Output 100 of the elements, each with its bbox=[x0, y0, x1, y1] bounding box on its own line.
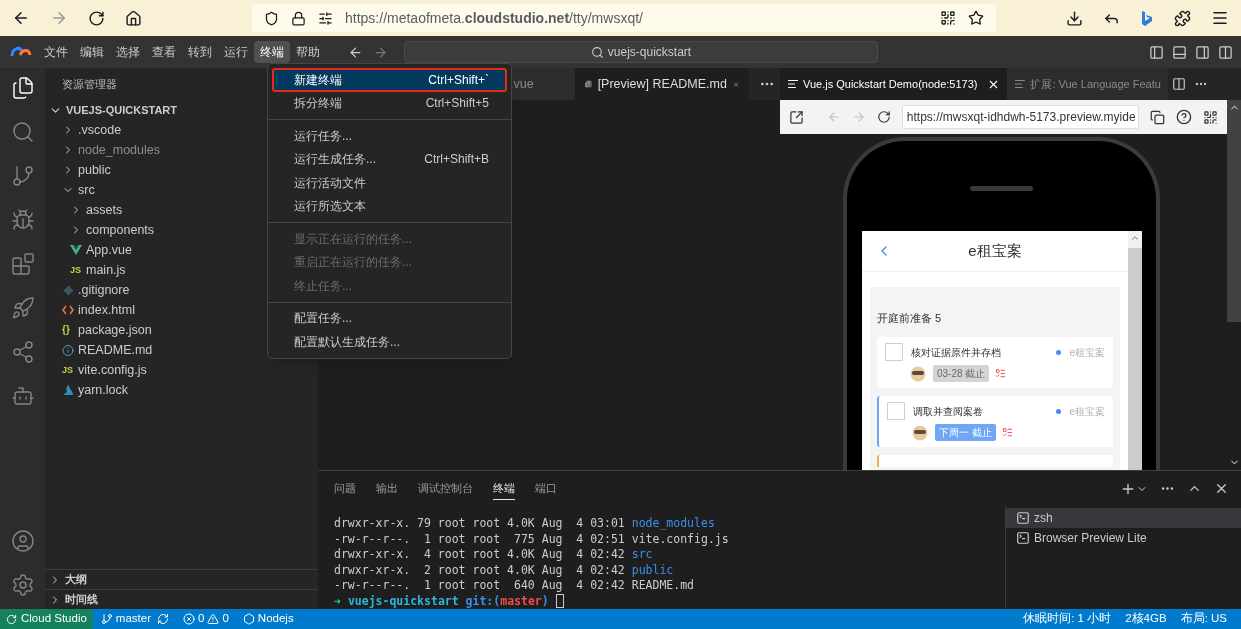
robot-icon[interactable] bbox=[10, 384, 35, 408]
back-icon[interactable] bbox=[348, 44, 363, 60]
group-title: 开庭前准备 5 bbox=[877, 312, 942, 324]
url-field[interactable]: https://mwsxqt-idhdwh-5173.preview.myide bbox=[901, 105, 1140, 129]
sidebar-toggle-icon[interactable] bbox=[1149, 44, 1164, 60]
share-icon[interactable] bbox=[10, 340, 35, 364]
item-label: node_modules bbox=[78, 141, 160, 159]
terminal-list-item[interactable]: zsh bbox=[1006, 508, 1241, 528]
device-icon[interactable] bbox=[1150, 109, 1166, 125]
task-card[interactable]: 核对证据原件并存档 e租宝案 03-28 截止 bbox=[877, 337, 1113, 388]
item-label: .gitignore bbox=[78, 281, 130, 299]
permissions-icon[interactable] bbox=[318, 10, 333, 26]
account-icon[interactable] bbox=[10, 529, 35, 553]
terminal-line: -rw-r--r--. 1 root root 775 Aug 4 02:51 vite.config.js bbox=[334, 531, 730, 547]
status-item[interactable]: 休眠时间: 1 小时 bbox=[1023, 610, 1112, 628]
hexagon-icon bbox=[242, 613, 255, 625]
menu-bar-item[interactable]: 文件 bbox=[38, 41, 74, 63]
item-label: package.json bbox=[78, 321, 152, 339]
file-item[interactable]: yarn.lock bbox=[45, 380, 318, 400]
js-file-icon: JS bbox=[62, 365, 74, 375]
address-bar[interactable]: https://metaofmeta.cloudstudio.net/tty/mwsxqt/ bbox=[252, 4, 996, 32]
split-editor-icon[interactable] bbox=[1171, 77, 1186, 91]
back-icon[interactable] bbox=[12, 9, 30, 27]
section-header[interactable]: 大纲 bbox=[45, 569, 318, 589]
menu-item[interactable]: 运行任务... bbox=[272, 124, 507, 148]
download-icon[interactable] bbox=[1066, 9, 1083, 27]
sync-icon bbox=[157, 613, 169, 625]
b-logo-icon[interactable] bbox=[1140, 9, 1154, 27]
status-item[interactable]: 2核4GB bbox=[1125, 610, 1167, 628]
menu-item[interactable]: 拆分终端 Ctrl+Shift+5 bbox=[272, 91, 507, 115]
forward-icon[interactable] bbox=[373, 44, 388, 60]
scroll-up-icon[interactable] bbox=[1130, 233, 1140, 243]
explorer-icon[interactable] bbox=[10, 76, 35, 100]
menu-bar-item[interactable]: 编辑 bbox=[74, 41, 110, 63]
open-external-icon[interactable] bbox=[789, 109, 804, 125]
scrollbar[interactable] bbox=[1128, 231, 1142, 470]
search-icon[interactable] bbox=[590, 45, 604, 59]
lock-icon[interactable] bbox=[291, 10, 306, 26]
menu-bar-item[interactable]: 运行 bbox=[218, 41, 254, 63]
environment-status[interactable]: Nodejs bbox=[242, 610, 294, 628]
menu-bar-item[interactable]: 帮助 bbox=[290, 41, 326, 63]
problems-status[interactable]: 0 0 bbox=[183, 610, 229, 628]
cloud-studio-logo-icon[interactable] bbox=[10, 45, 32, 59]
editor-tab[interactable]: 扩展: Vue Language Featu bbox=[1007, 68, 1168, 100]
menu-icon[interactable] bbox=[1211, 9, 1229, 27]
search-icon[interactable] bbox=[10, 120, 35, 144]
qr-code-icon[interactable] bbox=[1203, 109, 1218, 125]
file-item[interactable]: JS vite.config.js bbox=[45, 360, 318, 380]
item-label: .vscode bbox=[78, 121, 122, 139]
task-title: 核对证据原件并存档 bbox=[911, 345, 1001, 360]
due-badge: 03-28 截止 bbox=[933, 365, 990, 382]
debug-icon[interactable] bbox=[10, 208, 35, 232]
checkbox[interactable] bbox=[885, 343, 903, 361]
menu-item[interactable]: 运行所选文本 bbox=[272, 194, 507, 218]
menu-item[interactable]: 运行生成任务... Ctrl+Shift+B bbox=[272, 147, 507, 171]
source-control-icon[interactable] bbox=[10, 164, 35, 188]
menu-bar-item[interactable]: 选择 bbox=[110, 41, 146, 63]
help-icon[interactable] bbox=[1176, 109, 1193, 125]
secondary-sidebar-icon[interactable] bbox=[1195, 44, 1210, 60]
editor-tab[interactable]: [Preview] README.md bbox=[575, 68, 749, 100]
json-file-icon: {} bbox=[62, 325, 74, 335]
close-icon[interactable] bbox=[1214, 481, 1229, 496]
menu-item[interactable]: 新建终端 Ctrl+Shift+` bbox=[272, 68, 507, 92]
menu-item[interactable]: 配置默认生成任务... bbox=[272, 330, 507, 354]
layout-icon[interactable] bbox=[1218, 44, 1233, 60]
panel-toggle-icon[interactable] bbox=[1172, 44, 1187, 60]
reload-icon[interactable] bbox=[88, 9, 105, 27]
menu-item[interactable]: 配置任务... bbox=[272, 306, 507, 330]
warning-icon bbox=[207, 613, 220, 625]
settings-icon[interactable] bbox=[10, 573, 35, 597]
home-icon[interactable] bbox=[125, 9, 142, 27]
extensions-icon[interactable] bbox=[1174, 9, 1191, 27]
panel-tab[interactable]: 问题 bbox=[334, 477, 356, 500]
menu-bar-item[interactable]: 终端 bbox=[254, 41, 290, 63]
qr-code-icon[interactable] bbox=[940, 10, 956, 26]
command-center[interactable]: vuejs-quickstart bbox=[404, 41, 878, 63]
panel-tab[interactable]: 输出 bbox=[376, 477, 398, 500]
item-label: README.md bbox=[78, 341, 153, 359]
terminal-line: -rw-r--r--. 1 root root 640 Aug 4 02:42 README.md bbox=[334, 578, 696, 594]
panel-tab[interactable]: 调试控制台 bbox=[418, 477, 473, 500]
editor-tab[interactable]: Vue.js Quickstart Demo(node:5173) bbox=[780, 68, 1008, 100]
info-icon bbox=[62, 343, 74, 357]
menu-bar-item[interactable]: 转到 bbox=[182, 41, 218, 63]
status-item[interactable]: 布局: US bbox=[1180, 610, 1227, 628]
remote-indicator[interactable]: Cloud Studio bbox=[0, 609, 93, 629]
panel-tab[interactable]: 终端 bbox=[493, 477, 515, 500]
item-label: public bbox=[78, 161, 111, 179]
reload-icon[interactable] bbox=[876, 110, 891, 124]
terminal-list-item[interactable]: Browser Preview Lite bbox=[1006, 528, 1241, 548]
shield-icon[interactable] bbox=[264, 10, 279, 26]
rocket-icon[interactable] bbox=[10, 296, 35, 320]
menu-item[interactable]: 运行活动文件 bbox=[272, 171, 507, 195]
bookmark-star-icon[interactable] bbox=[968, 10, 984, 26]
task-card[interactable]: 调取并查阅案卷 e租宝案 下周一 截止 bbox=[877, 396, 1113, 447]
terminal-line: drwxr-xr-x. 4 root root 4.0K Aug 4 02:42 src bbox=[334, 547, 654, 563]
checkbox[interactable] bbox=[887, 402, 905, 420]
panel-tab[interactable]: 端口 bbox=[535, 477, 557, 500]
item-label: src bbox=[78, 181, 95, 199]
menu-bar-item[interactable]: 查看 bbox=[146, 41, 182, 63]
branch-status[interactable]: master bbox=[100, 610, 169, 628]
